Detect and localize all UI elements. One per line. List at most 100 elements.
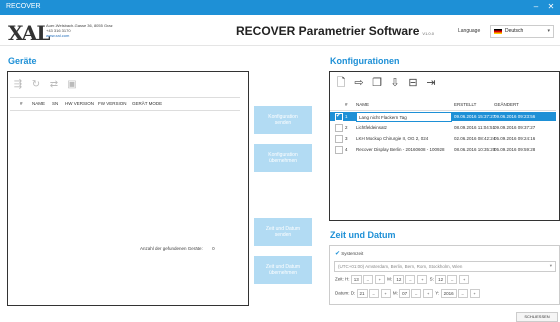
app-title-text: RECOVER Parametrier Software — [236, 24, 420, 38]
month-decrement-button[interactable]: – — [411, 289, 422, 298]
second-label: S: — [429, 276, 434, 282]
second-increment-button[interactable]: + — [459, 275, 470, 284]
time-row: Zeit: H: 13– + M: 12– + S: 12– + — [335, 275, 470, 284]
delete-config-icon[interactable]: ⊟ — [407, 76, 419, 90]
date-row: Datum: D: 21– + M: 07– + Y: 2016– + — [335, 289, 481, 298]
month-increment-button[interactable]: + — [423, 289, 434, 298]
row-modified: 05.09.2016 09:59:28 — [494, 147, 536, 152]
hour-label: H: — [345, 276, 350, 282]
row-name: LKH Mockup Chirurgie II, OG 2, 024 — [356, 136, 429, 141]
export-config-icon[interactable]: ⇨ — [353, 76, 365, 90]
row-modified: 09.09.2016 09:37:27 — [494, 125, 536, 130]
minute-field[interactable]: 12 — [393, 275, 405, 284]
row-name: Lichtfeldeinsatz — [356, 125, 388, 130]
col-sn: SN — [52, 101, 59, 106]
date-label: Datum: — [335, 290, 350, 296]
row-created: 08.09.2016 11:04:51 — [454, 125, 495, 130]
minute-decrement-button[interactable]: – — [405, 275, 416, 284]
xal-logo: XAL — [8, 21, 50, 45]
row-name-edit[interactable]: Lang nicht Flackern Tag — [356, 112, 452, 122]
time-label: Zeit: — [335, 276, 344, 282]
app-title: RECOVER Parametrier Software V1.0.0 — [236, 24, 434, 38]
row-number: 4 — [345, 147, 348, 152]
minimize-button[interactable]: – — [530, 1, 542, 13]
hour-increment-button[interactable]: + — [374, 275, 385, 284]
col-modified: GEÄNDERT — [494, 102, 519, 107]
month-label: M: — [392, 290, 398, 296]
language-select[interactable]: Deutsch ▾ — [490, 25, 554, 38]
row-created: 09.06.2016 15:37:27 — [454, 114, 496, 119]
month-field[interactable]: 07 — [399, 289, 411, 298]
geraete-toolbar: ⇶ ↻ ⇄ ▣ — [12, 79, 78, 91]
row-name: Lang nicht Flackern Tag — [359, 114, 407, 120]
row-name: Recover Display Berlin - 20160608 - 1009… — [356, 147, 445, 152]
close-button[interactable]: ✕ — [545, 1, 557, 13]
chevron-down-icon: ▾ — [549, 263, 552, 268]
language-value: Deutsch — [505, 28, 524, 34]
exit-config-icon[interactable]: ⇥ — [425, 76, 437, 90]
send-time-button[interactable]: Zeit und Datum senden — [254, 218, 312, 246]
company-address: Auer-Welsbach-Gasse 36, 8055 Graz +43 31… — [46, 23, 113, 38]
apply-time-label: Zeit und Datum übernehmen — [265, 264, 301, 276]
check-icon[interactable]: ✔ — [335, 251, 340, 257]
year-field[interactable]: 2016 — [440, 289, 457, 298]
table-row[interactable]: ✔ 1 Lang nicht Flackern Tag 09.06.2016 1… — [330, 112, 556, 122]
table-row[interactable]: 3 LKH Mockup Chirurgie II, OG 2, 024 02.… — [330, 134, 556, 143]
row-created: 08.06.2016 10:35:20 — [454, 147, 496, 152]
found-devices-count: Anzahl der gefundenen Geräte: 0 — [140, 246, 215, 251]
col-created: ERSTELLT — [454, 102, 477, 107]
timezone-select[interactable]: (UTC+01:00) Amsterdam, Berlin, Bern, Rom… — [334, 261, 556, 272]
row-number: 2 — [345, 125, 348, 130]
hour-field[interactable]: 13 — [350, 275, 362, 284]
app-version: V1.0.0 — [422, 31, 434, 36]
refresh-icon[interactable]: ↻ — [30, 79, 42, 91]
send-config-button[interactable]: Konfiguration senden — [254, 106, 312, 134]
col-name: NAME — [356, 102, 370, 107]
language-label: Language — [458, 28, 481, 34]
minute-increment-button[interactable]: + — [417, 275, 428, 284]
table-row[interactable]: 4 Recover Display Berlin - 20160608 - 10… — [330, 145, 556, 154]
apply-time-button[interactable]: Zeit und Datum übernehmen — [254, 256, 312, 284]
col-name: NAME — [32, 101, 46, 106]
row-checkbox[interactable] — [335, 135, 343, 143]
copy-config-icon[interactable]: ❐ — [371, 76, 383, 90]
lock-icon[interactable]: ▣ — [66, 79, 78, 91]
transfer-icon[interactable]: ⇄ — [48, 79, 60, 91]
apply-config-label: Konfiguration übernehmen — [268, 152, 298, 164]
systemzeit-row[interactable]: ✔ Systemzeit — [335, 250, 363, 257]
row-modified: 05.09.2016 09:24:16 — [494, 136, 536, 141]
german-flag-icon — [494, 29, 502, 34]
apply-config-button[interactable]: Konfiguration übernehmen — [254, 144, 312, 172]
website-link[interactable]: www.xal.com — [46, 33, 113, 38]
import-config-icon[interactable]: ⇩ — [389, 76, 401, 90]
second-decrement-button[interactable]: – — [447, 275, 458, 284]
row-checkbox[interactable] — [335, 146, 343, 154]
app-header: XAL Auer-Welsbach-Gasse 36, 8055 Graz +4… — [0, 15, 560, 46]
day-increment-button[interactable]: + — [380, 289, 391, 298]
second-field[interactable]: 12 — [435, 275, 447, 284]
col-geraet-mode: GERÄT MODE — [132, 101, 163, 106]
day-label: D: — [350, 290, 356, 296]
day-field[interactable]: 21 — [356, 289, 368, 298]
col-fw-version: FW VERSION — [98, 101, 127, 106]
year-increment-button[interactable]: + — [469, 289, 480, 298]
row-checkbox[interactable]: ✔ — [335, 113, 343, 121]
konfig-table-header: # NAME ERSTELLT GEÄNDERT — [330, 100, 556, 111]
table-row[interactable]: 2 Lichtfeldeinsatz 08.09.2016 11:04:51 0… — [330, 123, 556, 132]
timezone-value: (UTC+01:00) Amsterdam, Berlin, Bern, Rom… — [338, 264, 463, 269]
row-checkbox[interactable] — [335, 124, 343, 132]
year-decrement-button[interactable]: – — [457, 289, 468, 298]
col-hw-version: HW VERSION — [65, 101, 95, 106]
hour-decrement-button[interactable]: – — [362, 275, 373, 284]
zeit-panel: ✔ Systemzeit (UTC+01:00) Amsterdam, Berl… — [329, 245, 560, 305]
connect-icon[interactable]: ⇶ — [12, 79, 24, 91]
chevron-down-icon: ▾ — [547, 28, 550, 34]
day-decrement-button[interactable]: – — [368, 289, 379, 298]
found-devices-value: 0 — [212, 246, 215, 251]
title-bar: RECOVER – ✕ — [0, 0, 560, 15]
row-modified: 09.06.2016 09:23:56 — [494, 114, 536, 119]
new-config-icon[interactable]: 🗋 — [335, 76, 347, 90]
found-devices-label: Anzahl der gefundenen Geräte: — [140, 246, 203, 251]
close-button-footer[interactable]: SCHLIESSEN — [516, 312, 558, 322]
row-number: 1 — [345, 114, 348, 119]
